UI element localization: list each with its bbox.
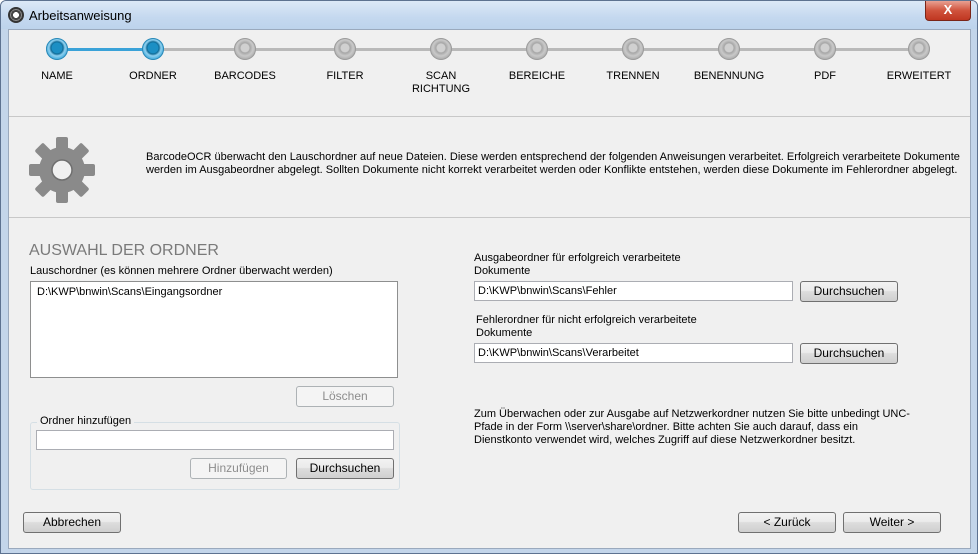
step-dot-erweitert[interactable] [908,38,930,60]
watch-folder-list[interactable]: D:\KWP\bnwin\Scans\Eingangsordner [30,281,398,378]
delete-button[interactable]: Löschen [296,386,394,407]
wizard-window: Arbeitsanweisung X NAME ORDNER BARCODES … [0,0,978,554]
step-dot-barcodes[interactable] [234,38,256,60]
add-button[interactable]: Hinzufügen [190,458,287,479]
title-bar: Arbeitsanweisung X [1,1,977,29]
list-item[interactable]: D:\KWP\bnwin\Scans\Eingangsordner [37,286,222,298]
step-label-name[interactable]: NAME [12,70,102,83]
step-dot-benennung[interactable] [718,38,740,60]
step-label-scan-richtung[interactable]: SCAN RICHTUNG [401,70,481,96]
add-folder-title: Ordner hinzufügen [37,415,135,427]
wizard-steps: NAME ORDNER BARCODES FILTER SCAN RICHTUN… [9,30,970,116]
step-dot-scan-richtung[interactable] [430,38,452,60]
close-button[interactable]: X [925,1,971,21]
step-label-filter[interactable]: FILTER [300,70,390,83]
step-label-barcodes[interactable]: BARCODES [200,70,290,83]
output-folder-label: Ausgabeordner für erfolgreich verarbeite… [474,252,681,277]
info-panel: BarcodeOCR überwacht den Lauschordner au… [9,117,970,217]
gear-icon [29,137,95,203]
step-label-pdf[interactable]: PDF [780,70,870,83]
info-description: BarcodeOCR überwacht den Lauschordner au… [146,151,960,176]
step-label-benennung[interactable]: BENENNUNG [684,70,774,83]
error-folder-label: Fehlerordner für nicht erfolgreich verar… [476,314,697,339]
info-divider [9,217,970,218]
cancel-button[interactable]: Abbrechen [23,512,121,533]
watch-folder-label: Lauschordner (es können mehrere Ordner ü… [30,265,333,277]
add-folder-browse-button[interactable]: Durchsuchen [296,458,394,479]
step-label-erweitert[interactable]: ERWEITERT [874,70,964,83]
app-icon [8,7,24,23]
back-button[interactable]: < Zurück [738,512,836,533]
next-button[interactable]: Weiter > [843,512,941,533]
add-folder-input[interactable] [36,430,394,450]
step-dot-name[interactable] [46,38,68,60]
step-dot-trennen[interactable] [622,38,644,60]
step-dot-bereiche[interactable] [526,38,548,60]
window-title: Arbeitsanweisung [29,8,132,23]
step-dot-ordner[interactable] [142,38,164,60]
error-browse-button[interactable]: Durchsuchen [800,343,898,364]
section-title: AUSWAHL DER ORDNER [29,242,219,259]
step-label-ordner[interactable]: ORDNER [108,70,198,83]
error-folder-field[interactable]: D:\KWP\bnwin\Scans\Verarbeitet [474,343,793,363]
wizard-client: NAME ORDNER BARCODES FILTER SCAN RICHTUN… [8,29,971,549]
step-dot-pdf[interactable] [814,38,836,60]
output-folder-field[interactable]: D:\KWP\bnwin\Scans\Fehler [474,281,793,301]
step-connector-done [55,48,151,51]
step-dot-filter[interactable] [334,38,356,60]
output-browse-button[interactable]: Durchsuchen [800,281,898,302]
step-label-bereiche[interactable]: BEREICHE [492,70,582,83]
unc-hint: Zum Überwachen oder zur Ausgabe auf Netz… [474,408,910,446]
step-label-trennen[interactable]: TRENNEN [588,70,678,83]
